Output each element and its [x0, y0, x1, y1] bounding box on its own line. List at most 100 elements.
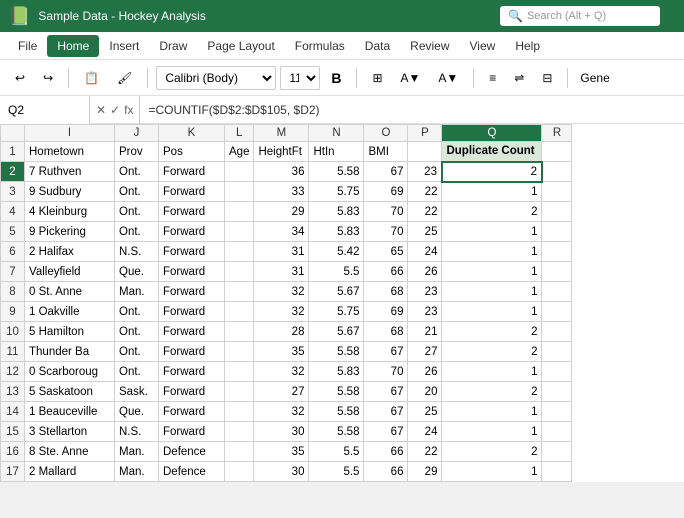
cell-M16[interactable]: 35	[254, 442, 309, 462]
cell-K2[interactable]: Forward	[159, 162, 225, 182]
cell-R7[interactable]	[542, 262, 572, 282]
wrap-button[interactable]: ⇌	[507, 67, 531, 89]
cell-Q10[interactable]: 2	[442, 322, 542, 342]
cell-R14[interactable]	[542, 402, 572, 422]
cell-N12[interactable]: 5.83	[309, 362, 364, 382]
cell-P13[interactable]: 20	[408, 382, 442, 402]
cell-K6[interactable]: Forward	[159, 242, 225, 262]
name-box[interactable]: Q2	[0, 96, 90, 124]
undo-button[interactable]: ↩	[8, 67, 32, 89]
cell-J11[interactable]: Ont.	[115, 342, 159, 362]
cell-R4[interactable]	[542, 202, 572, 222]
cell-M6[interactable]: 31	[254, 242, 309, 262]
cell-O3[interactable]: 69	[364, 182, 408, 202]
cell-K9[interactable]: Forward	[159, 302, 225, 322]
cell-L3[interactable]	[225, 182, 254, 202]
col-header-O[interactable]: O	[364, 125, 408, 142]
cell-P17[interactable]: 29	[408, 462, 442, 482]
cell-P2[interactable]: 23	[408, 162, 442, 182]
cell-O8[interactable]: 68	[364, 282, 408, 302]
cell-K11[interactable]: Forward	[159, 342, 225, 362]
cell-N9[interactable]: 5.75	[309, 302, 364, 322]
cell-N5[interactable]: 5.83	[309, 222, 364, 242]
cell-M10[interactable]: 28	[254, 322, 309, 342]
cell-N15[interactable]: 5.58	[309, 422, 364, 442]
cell-R11[interactable]	[542, 342, 572, 362]
cell-K12[interactable]: Forward	[159, 362, 225, 382]
menu-item-data[interactable]: Data	[355, 35, 400, 57]
cell-M4[interactable]: 29	[254, 202, 309, 222]
menu-item-draw[interactable]: Draw	[149, 35, 197, 57]
cell-N17[interactable]: 5.5	[309, 462, 364, 482]
cell-M5[interactable]: 34	[254, 222, 309, 242]
cell-J2[interactable]: Ont.	[115, 162, 159, 182]
cell-Q16[interactable]: 2	[442, 442, 542, 462]
col-header-P[interactable]: P	[408, 125, 442, 142]
cell-L5[interactable]	[225, 222, 254, 242]
cell-O15[interactable]: 67	[364, 422, 408, 442]
cell-K4[interactable]: Forward	[159, 202, 225, 222]
cell-R10[interactable]	[542, 322, 572, 342]
col-header-K[interactable]: K	[159, 125, 225, 142]
cell-Q9[interactable]: 1	[442, 302, 542, 322]
cell-O17[interactable]: 66	[364, 462, 408, 482]
cell-M17[interactable]: 30	[254, 462, 309, 482]
cell-P14[interactable]: 25	[408, 402, 442, 422]
cell-O14[interactable]: 67	[364, 402, 408, 422]
cell-N16[interactable]: 5.5	[309, 442, 364, 462]
cell-N14[interactable]: 5.58	[309, 402, 364, 422]
cell-I4[interactable]: 4 Kleinburg	[25, 202, 115, 222]
cell-O12[interactable]: 70	[364, 362, 408, 382]
cell-I3[interactable]: 9 Sudbury	[25, 182, 115, 202]
cell-I6[interactable]: 2 Halifax	[25, 242, 115, 262]
font-size-selector[interactable]: 11	[280, 66, 320, 90]
cell-R2[interactable]	[542, 162, 572, 182]
cell-M1[interactable]: HeightFt	[254, 142, 309, 162]
cell-M3[interactable]: 33	[254, 182, 309, 202]
cell-J4[interactable]: Ont.	[115, 202, 159, 222]
menu-item-review[interactable]: Review	[400, 35, 459, 57]
cell-K10[interactable]: Forward	[159, 322, 225, 342]
cell-R9[interactable]	[542, 302, 572, 322]
clipboard-button[interactable]: 📋	[77, 67, 106, 89]
cell-L13[interactable]	[225, 382, 254, 402]
cell-I13[interactable]: 5 Saskatoon	[25, 382, 115, 402]
cell-J8[interactable]: Man.	[115, 282, 159, 302]
cell-P12[interactable]: 26	[408, 362, 442, 382]
cell-O9[interactable]: 69	[364, 302, 408, 322]
cell-M7[interactable]: 31	[254, 262, 309, 282]
cell-L8[interactable]	[225, 282, 254, 302]
cell-K14[interactable]: Forward	[159, 402, 225, 422]
cell-O1[interactable]: BMI	[364, 142, 408, 162]
cell-L10[interactable]	[225, 322, 254, 342]
cell-Q5[interactable]: 1	[442, 222, 542, 242]
cell-L14[interactable]	[225, 402, 254, 422]
formula-input[interactable]: =COUNTIF($D$2:$D$105, $D2)	[140, 103, 684, 117]
cell-I1[interactable]: Hometown	[25, 142, 115, 162]
cell-J5[interactable]: Ont.	[115, 222, 159, 242]
cell-P7[interactable]: 26	[408, 262, 442, 282]
cell-I16[interactable]: 8 Ste. Anne	[25, 442, 115, 462]
cell-K8[interactable]: Forward	[159, 282, 225, 302]
cell-I15[interactable]: 3 Stellarton	[25, 422, 115, 442]
cell-R1[interactable]	[542, 142, 572, 162]
cell-Q15[interactable]: 1	[442, 422, 542, 442]
cell-J13[interactable]: Sask.	[115, 382, 159, 402]
cell-Q2[interactable]: 2	[442, 162, 542, 182]
cell-L1[interactable]: Age	[225, 142, 254, 162]
cell-R12[interactable]	[542, 362, 572, 382]
cell-J1[interactable]: Prov	[115, 142, 159, 162]
menu-item-pagelayout[interactable]: Page Layout	[197, 35, 284, 57]
cell-Q12[interactable]: 1	[442, 362, 542, 382]
cell-Q6[interactable]: 1	[442, 242, 542, 262]
cell-N7[interactable]: 5.5	[309, 262, 364, 282]
cell-P5[interactable]: 25	[408, 222, 442, 242]
col-header-Q[interactable]: Q	[442, 125, 542, 142]
menu-item-help[interactable]: Help	[505, 35, 550, 57]
cell-K3[interactable]: Forward	[159, 182, 225, 202]
fill-color-button[interactable]: A▼	[394, 67, 428, 89]
cell-M9[interactable]: 32	[254, 302, 309, 322]
cell-N8[interactable]: 5.67	[309, 282, 364, 302]
cell-N3[interactable]: 5.75	[309, 182, 364, 202]
cell-O2[interactable]: 67	[364, 162, 408, 182]
